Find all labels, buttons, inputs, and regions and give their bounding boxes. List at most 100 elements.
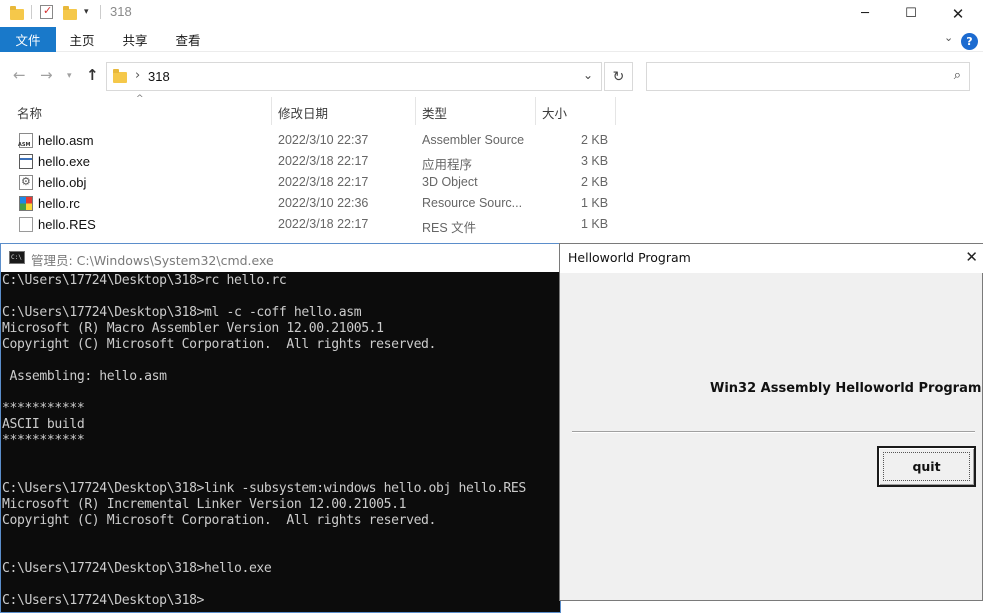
up-arrow-icon[interactable]: ↑ [86,66,99,84]
search-input[interactable]: ⌕ [646,62,970,91]
tab-share[interactable]: 共享 [113,27,157,52]
dialog-message: Win32 Assembly Helloworld Program [710,381,982,396]
column-type[interactable]: 类型 [422,103,447,122]
file-size: 3 KB [581,154,609,168]
tab-home[interactable]: 主页 [60,27,104,52]
minimize-button[interactable]: ─ [842,0,888,27]
dialog-titlebar[interactable]: Helloworld Program ✕ [560,244,983,273]
expand-ribbon-icon[interactable]: ⌄ [944,31,953,44]
breadcrumb-318[interactable]: 318 [148,69,170,84]
desktop: ✓ ▾ 318 ─ ☐ ✕ 文件 主页 共享 查看 ⌄ ? ← → ▾ ↑ › … [0,0,983,613]
console-line: *********** [2,433,85,448]
back-arrow-icon[interactable]: ← [13,66,26,84]
res-file-icon [19,217,33,232]
file-type: 应用程序 [422,158,473,172]
file-date: 2022/3/18 22:17 [278,175,369,189]
column-size[interactable]: 大小 [542,103,567,122]
file-name: hello.exe [38,154,91,169]
column-divider[interactable] [615,97,616,125]
column-name[interactable]: 名称 [17,103,42,122]
dialog-close-icon[interactable]: ✕ [965,248,978,266]
console-line: Microsoft (R) Incremental Linker Version… [2,497,407,512]
file-date: 2022/3/18 22:17 [278,217,369,231]
tab-view[interactable]: 查看 [166,27,210,52]
console-line: ASCII build [2,417,85,432]
console-line: C:\Users\17724\Desktop\318>ml -c -coff h… [2,305,362,320]
file-date: 2022/3/18 22:17 [278,154,369,168]
refresh-icon: ↻ [612,68,625,85]
console-line: *********** [2,401,85,416]
console-line: Copyright (C) Microsoft Corporation. All… [2,513,437,528]
quit-button[interactable]: quit [877,446,976,487]
obj-file-icon [19,175,33,190]
close-button[interactable]: ✕ [935,0,981,27]
tab-file[interactable]: 文件 [0,27,56,52]
exe-file-icon [19,154,33,169]
focus-rectangle [883,452,970,481]
divider [31,5,32,19]
file-row-hello-obj[interactable]: hello.obj 2022/3/18 22:17 3D Object 2 KB [0,172,983,193]
file-type: RES 文件 [422,221,477,235]
properties-icon[interactable]: ✓ [40,4,53,19]
help-icon[interactable]: ? [961,33,978,50]
cmd-titlebar[interactable]: C:\ 管理员: C:\Windows\System32\cmd.exe [1,243,562,272]
breadcrumb-chevron-icon[interactable]: › [135,68,140,83]
file-size: 2 KB [581,133,609,147]
helloworld-dialog: Helloworld Program ✕ Win32 Assembly Hell… [559,243,983,601]
column-header: ^ 名称 修改日期 类型 大小 [0,94,983,125]
column-date-modified[interactable]: 修改日期 [278,103,328,122]
file-size: 1 KB [581,196,609,210]
file-type: Resource Sourc... [422,196,523,210]
asm-file-icon [18,133,33,148]
file-type: 3D Object [422,175,478,189]
console-line: Copyright (C) Microsoft Corporation. All… [2,337,437,352]
file-name: hello.obj [38,175,87,190]
search-icon: ⌕ [953,68,961,83]
recent-locations-dropdown-icon[interactable]: ▾ [67,71,72,81]
cmd-icon[interactable]: C:\ [9,251,25,264]
navigation-bar: ← → ▾ ↑ › 318 ⌄ ↻ ⌕ [0,52,983,97]
cmd-console-output[interactable]: C:\Users\17724\Desktop\318>rc hello.rc C:… [2,273,560,613]
console-line: Assembling: hello.asm [2,369,167,384]
file-row-hello-asm[interactable]: hello.asm 2022/3/10 22:37 Assembler Sour… [0,130,983,151]
rc-file-icon [19,196,33,211]
ribbon-tabs: 文件 主页 共享 查看 ⌄ [0,27,983,52]
file-row-hello-res[interactable]: hello.RES 2022/3/18 22:17 RES 文件 1 KB [0,214,983,235]
file-size: 1 KB [581,217,609,231]
cmd-window: C:\ 管理员: C:\Windows\System32\cmd.exe C:\… [0,243,562,613]
customize-toolbar-dropdown-icon[interactable]: ▾ [84,7,100,23]
address-bar[interactable]: › 318 ⌄ [106,62,602,91]
file-name: hello.asm [38,133,94,148]
file-row-hello-rc[interactable]: hello.rc 2022/3/10 22:36 Resource Sourc.… [0,193,983,214]
column-divider[interactable] [271,97,272,125]
maximize-button[interactable]: ☐ [888,0,934,27]
console-line: C:\Users\17724\Desktop\318> [2,593,205,608]
dialog-title: Helloworld Program [568,250,691,265]
window-title: 318 [110,4,132,19]
column-divider[interactable] [415,97,416,125]
console-line: C:\Users\17724\Desktop\318>hello.exe [2,561,272,576]
chevron-down-icon[interactable]: ⌄ [583,68,593,82]
new-folder-icon[interactable] [62,4,78,20]
file-date: 2022/3/10 22:36 [278,196,369,210]
dialog-divider [572,431,975,433]
file-size: 2 KB [581,175,609,189]
sort-ascending-icon: ^ [136,94,144,104]
file-name: hello.rc [38,196,80,211]
column-divider[interactable] [535,97,536,125]
file-row-hello-exe[interactable]: hello.exe 2022/3/18 22:17 应用程序 3 KB [0,151,983,172]
refresh-button[interactable]: ↻ [604,62,633,91]
forward-arrow-icon[interactable]: → [40,66,53,84]
explorer-titlebar: ✓ ▾ 318 ─ ☐ ✕ [0,0,983,27]
folder-icon [9,4,25,20]
file-date: 2022/3/10 22:37 [278,133,369,147]
console-line: C:\Users\17724\Desktop\318>link -subsyst… [2,481,526,496]
file-type: Assembler Source [422,133,525,147]
